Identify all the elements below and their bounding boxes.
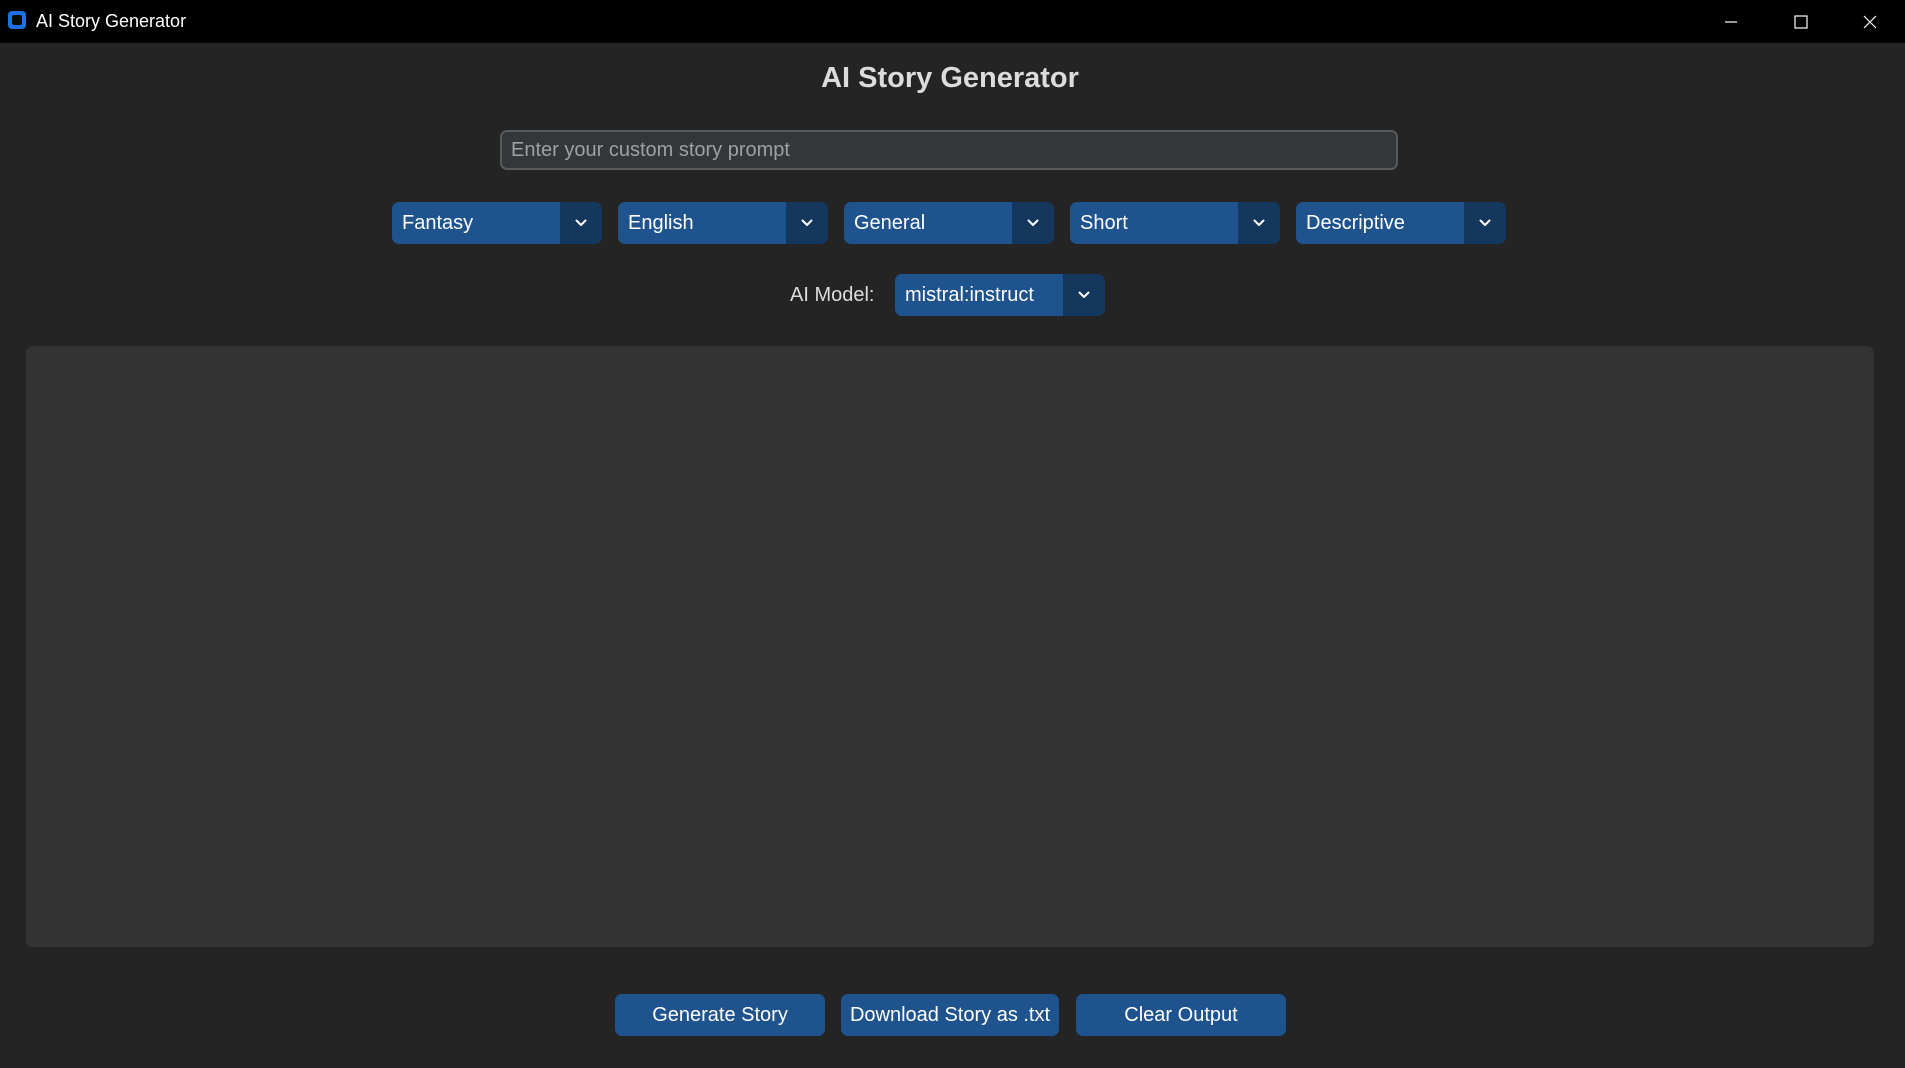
ai-model-dropdown-arrow[interactable]	[1063, 274, 1105, 316]
chevron-down-icon	[1027, 219, 1039, 226]
language-dropdown[interactable]: English	[618, 202, 828, 244]
story-prompt-input[interactable]	[500, 130, 1398, 170]
style-dropdown-value: Descriptive	[1296, 202, 1464, 244]
chevron-down-icon	[575, 219, 587, 226]
length-dropdown-arrow[interactable]	[1238, 202, 1280, 244]
ai-model-dropdown[interactable]: mistral:instruct	[895, 274, 1105, 316]
page-title: AI Story Generator	[821, 62, 1079, 94]
genre-dropdown-value: Fantasy	[392, 202, 560, 244]
title-bar[interactable]: AI Story Generator	[0, 0, 1905, 43]
clear-output-button[interactable]: Clear Output	[1076, 994, 1286, 1036]
download-story-button[interactable]: Download Story as .txt	[841, 994, 1059, 1036]
chevron-down-icon	[1078, 291, 1090, 298]
ai-model-dropdown-value: mistral:instruct	[895, 274, 1063, 316]
maximize-button[interactable]	[1766, 0, 1836, 43]
close-button[interactable]	[1835, 0, 1905, 43]
chevron-down-icon	[1479, 219, 1491, 226]
length-dropdown-value: Short	[1070, 202, 1238, 244]
length-dropdown[interactable]: Short	[1070, 202, 1280, 244]
minimize-button[interactable]	[1696, 0, 1766, 43]
genre-dropdown[interactable]: Fantasy	[392, 202, 602, 244]
style-dropdown[interactable]: Descriptive	[1296, 202, 1506, 244]
genre-dropdown-arrow[interactable]	[560, 202, 602, 244]
window-title: AI Story Generator	[36, 11, 187, 31]
language-dropdown-arrow[interactable]	[786, 202, 828, 244]
minimize-icon	[1725, 20, 1737, 23]
audience-dropdown-value: General	[844, 202, 1012, 244]
language-dropdown-value: English	[618, 202, 786, 244]
app-window: AI Story Generator AI Story Generator Fa…	[0, 0, 1905, 1068]
style-dropdown-arrow[interactable]	[1464, 202, 1506, 244]
chevron-down-icon	[801, 219, 813, 226]
audience-dropdown[interactable]: General	[844, 202, 1054, 244]
close-icon	[1863, 15, 1877, 28]
story-output-textbox[interactable]	[26, 346, 1874, 947]
maximize-icon	[1794, 14, 1808, 29]
app-icon	[8, 11, 26, 29]
generate-story-button[interactable]: Generate Story	[615, 994, 825, 1036]
chevron-down-icon	[1253, 219, 1265, 226]
ai-model-label: AI Model:	[790, 284, 875, 306]
audience-dropdown-arrow[interactable]	[1012, 202, 1054, 244]
